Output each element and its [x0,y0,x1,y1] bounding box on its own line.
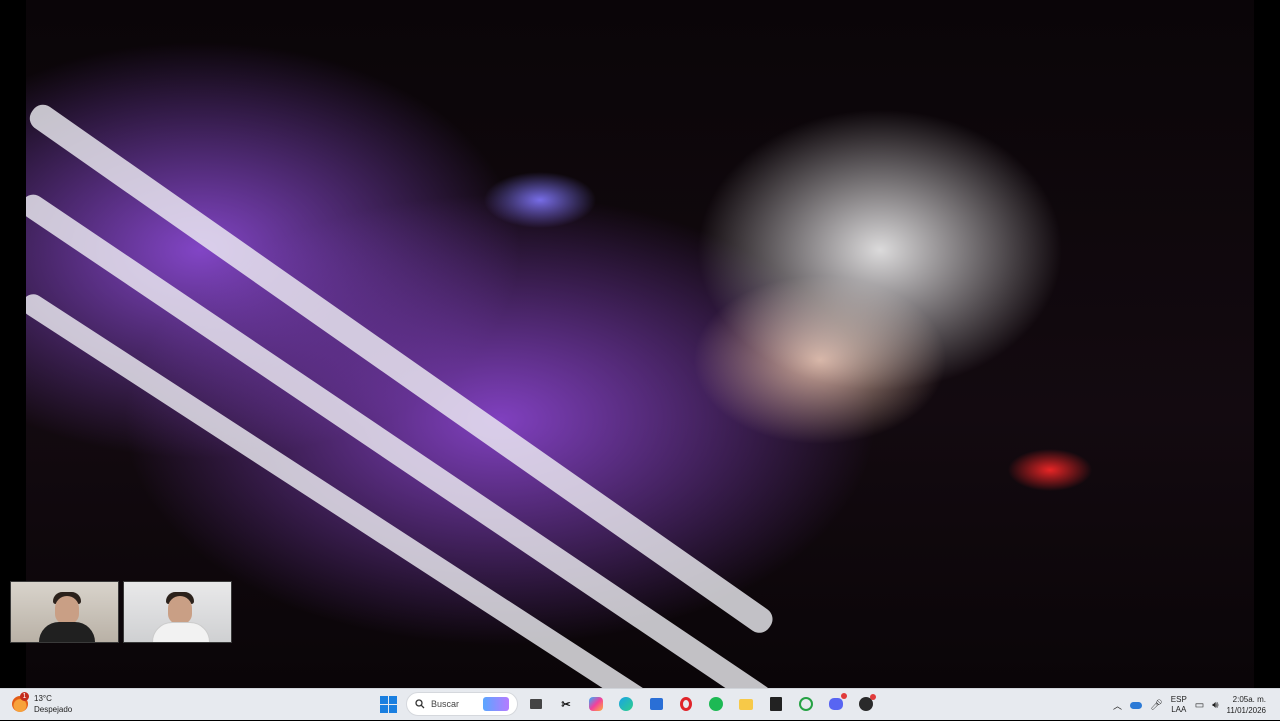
game-thumbnail-icon [483,697,509,711]
participant-video-1[interactable] [10,581,119,643]
task-view-icon[interactable] [524,692,548,716]
call-thumbnails [10,581,232,643]
file-explorer-icon[interactable] [734,692,758,716]
clock-time: 2:05a. m. [1232,695,1266,704]
taskbar-center: Buscar ✂ [376,692,878,716]
avatar [39,622,95,642]
participant-video-2[interactable] [123,581,232,643]
weather-widget[interactable]: 1 13°C Despejado [12,692,72,715]
letterbox-right [1254,0,1280,688]
store-icon[interactable] [644,692,668,716]
lang-bottom: LAA [1171,705,1187,714]
network-icon[interactable]: ▭ [1195,700,1204,711]
avatar [152,622,210,642]
onedrive-icon[interactable] [1130,701,1143,709]
start-icon[interactable] [376,692,400,716]
language-indicator[interactable]: ESP LAA [1171,695,1187,715]
avatar [55,596,79,624]
edge-icon[interactable] [614,692,638,716]
weather-condition: Despejado [34,705,73,714]
whatsapp-icon[interactable] [794,692,818,716]
taskbar: 1 13°C Despejado Buscar ✂ ︿ 🎤︎ ESP LAA ▭… [0,688,1280,720]
epic-games-icon[interactable] [764,692,788,716]
avatar [168,596,192,624]
capcut-icon[interactable]: ✂ [554,692,578,716]
search-box[interactable]: Buscar [406,692,518,716]
system-tray: ︿ 🎤︎ ESP LAA ▭ 🔊︎ 2:05a. m. 11/01/2026 [1113,689,1280,721]
lang-top: ESP [1170,695,1187,704]
weather-temp: 13°C [34,694,52,703]
search-icon [415,699,425,709]
weather-icon: 1 [12,692,29,712]
chevron-up-icon[interactable]: ︿ [1113,699,1122,712]
copilot-icon[interactable] [584,692,608,716]
spotify-icon[interactable] [704,692,728,716]
weather-text: 13°C Despejado [34,693,72,715]
volume-icon[interactable]: 🔊︎ [1212,700,1218,711]
microphone-icon[interactable]: 🎤︎ [1150,700,1163,711]
brawl-icon[interactable] [854,692,878,716]
opera-icon[interactable] [674,692,698,716]
clock[interactable]: 2:05a. m. 11/01/2026 [1227,694,1266,716]
discord-icon[interactable] [824,692,848,716]
search-label: Buscar [431,699,460,709]
clock-date: 11/01/2026 [1226,706,1266,715]
notification-badge: 1 [20,692,29,701]
